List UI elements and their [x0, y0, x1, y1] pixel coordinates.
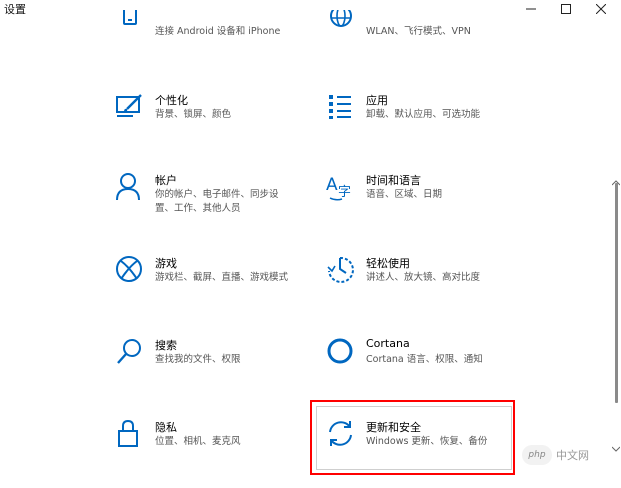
tile-phone[interactable]: 连接 Android 设备和 iPhone	[115, 10, 345, 74]
xbox-icon	[115, 255, 145, 285]
lock-icon	[115, 419, 145, 449]
tile-ease-of-access-name: 轻松使用	[366, 257, 410, 270]
tile-personalization-name: 个性化	[155, 94, 188, 107]
close-button[interactable]	[586, 0, 616, 18]
svg-text:A: A	[326, 175, 338, 195]
tile-time-language-name: 时间和语言	[366, 174, 421, 187]
close-icon	[596, 4, 606, 14]
tile-gaming[interactable]: 游戏 游戏栏、截屏、直播、游戏模式	[115, 255, 345, 311]
tile-cortana[interactable]: Cortana Cortana 语言、权限、通知	[326, 337, 556, 393]
tile-privacy-name: 隐私	[155, 421, 177, 434]
tile-apps[interactable]: 应用 卸载、默认应用、可选功能	[326, 92, 556, 148]
tile-personalization-desc: 背景、锁屏、颜色	[155, 109, 232, 120]
ease-of-access-icon	[326, 255, 356, 285]
tile-ease-of-access[interactable]: 轻松使用 讲述人、放大镜、高对比度	[326, 255, 556, 311]
globe-icon	[326, 10, 356, 32]
tile-phone-desc: 连接 Android 设备和 iPhone	[155, 26, 281, 37]
tile-network-desc: WLAN、飞行模式、VPN	[366, 26, 471, 37]
highlight-annotation-box	[310, 400, 515, 475]
tile-time-language[interactable]: A字 时间和语言 语音、区域、日期	[326, 172, 556, 228]
time-language-icon: A字	[326, 172, 356, 202]
tile-time-language-desc: 语音、区域、日期	[366, 189, 443, 200]
svg-text:字: 字	[338, 185, 351, 200]
tile-network[interactable]: WLAN、飞行模式、VPN	[326, 10, 556, 74]
maximize-button[interactable]	[551, 0, 581, 18]
person-icon	[115, 172, 145, 202]
watermark-badge: php	[522, 445, 552, 465]
tile-gaming-name: 游戏	[155, 257, 177, 270]
tile-accounts-desc: 你的帐户、电子邮件、同步设置、工作、其他人员	[155, 189, 279, 214]
tile-cortana-name: Cortana	[366, 337, 410, 350]
search-icon	[115, 337, 145, 367]
title-bar: 设置	[0, 0, 621, 18]
tile-apps-desc: 卸载、默认应用、可选功能	[366, 109, 481, 120]
tile-gaming-desc: 游戏栏、截屏、直播、游戏模式	[155, 272, 289, 283]
paintbrush-icon	[115, 92, 145, 122]
watermark: php 中文网	[522, 442, 617, 468]
phone-icon	[115, 10, 145, 32]
apps-list-icon	[326, 92, 356, 122]
watermark-text: 中文网	[556, 449, 589, 462]
maximize-icon	[561, 4, 571, 14]
tile-privacy-desc: 位置、相机、麦克风	[155, 436, 241, 447]
tile-cortana-desc: Cortana 语言、权限、通知	[366, 354, 483, 365]
window-title: 设置	[4, 3, 26, 16]
tile-search-desc: 查找我的文件、权限	[155, 354, 241, 365]
tile-apps-name: 应用	[366, 94, 388, 107]
tile-accounts-name: 帐户	[155, 174, 177, 187]
tile-ease-of-access-desc: 讲述人、放大镜、高对比度	[366, 272, 481, 283]
tile-search-name: 搜索	[155, 339, 177, 352]
tile-accounts[interactable]: 帐户 你的帐户、电子邮件、同步设置、工作、其他人员	[115, 172, 345, 228]
vertical-scrollbar[interactable]	[611, 18, 621, 488]
minimize-button[interactable]	[516, 0, 546, 18]
cortana-icon	[326, 337, 356, 367]
tile-search[interactable]: 搜索 查找我的文件、权限	[115, 337, 345, 393]
scrollbar-thumb[interactable]	[615, 183, 618, 403]
tile-personalization[interactable]: 个性化 背景、锁屏、颜色	[115, 92, 345, 148]
minimize-icon	[526, 8, 536, 10]
